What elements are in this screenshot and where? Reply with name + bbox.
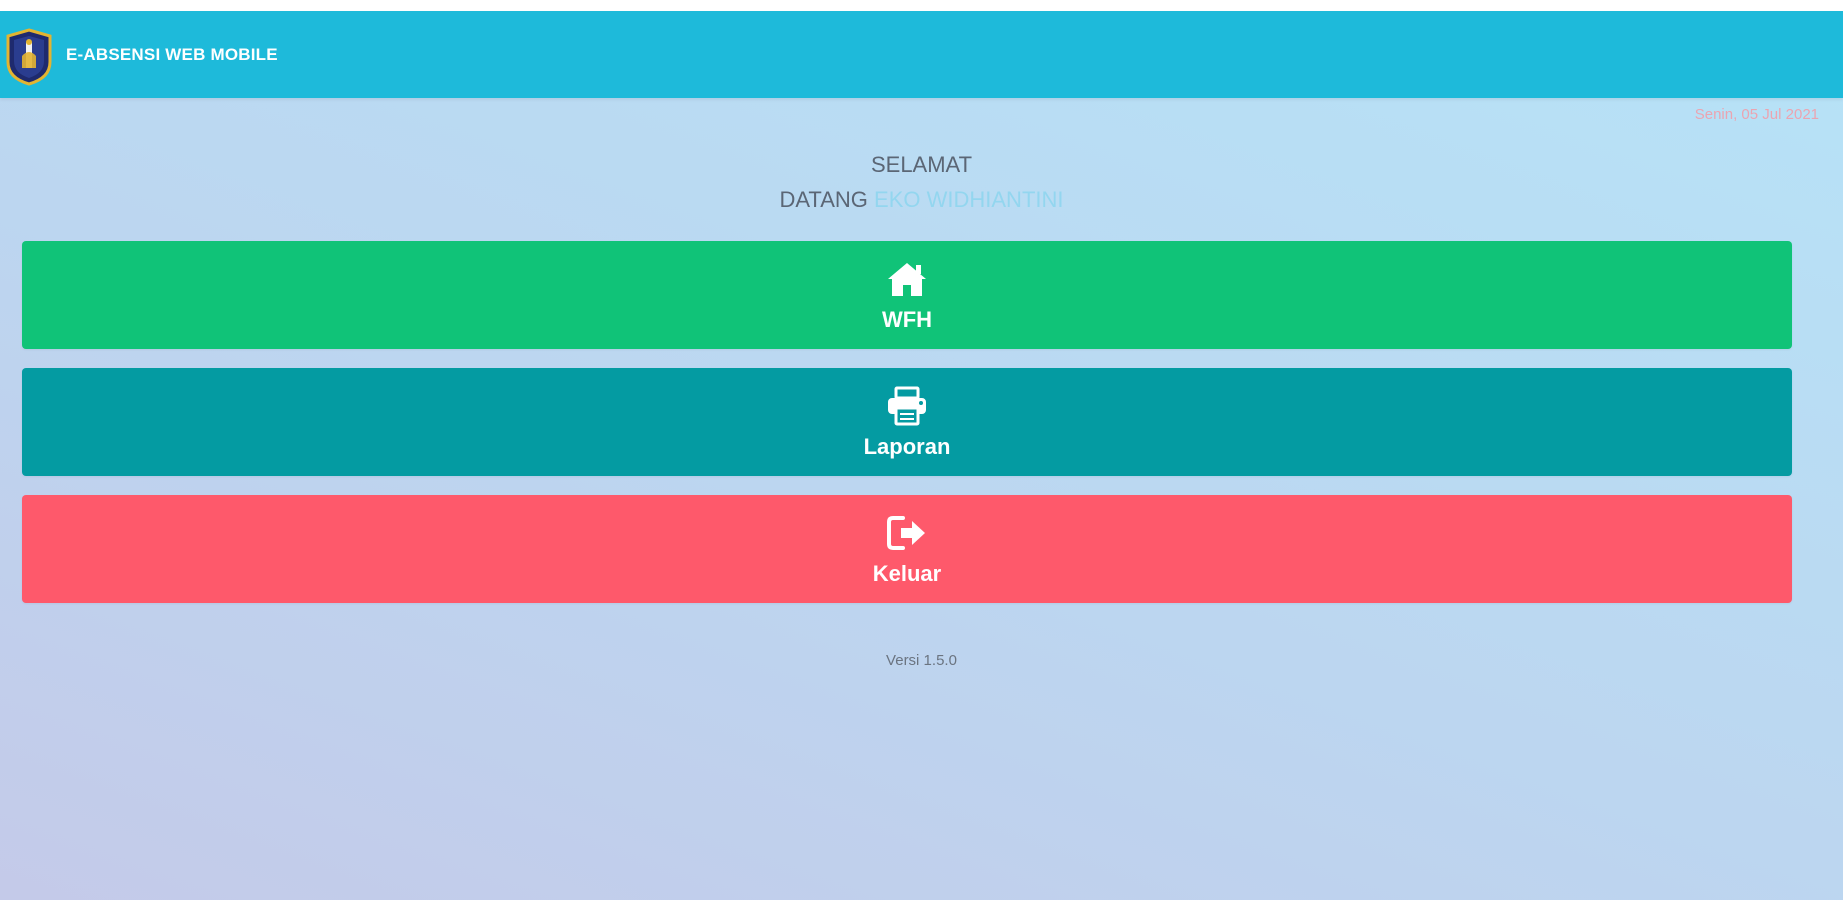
welcome-line-2: DATANG EKO WIDHIANTINI	[0, 187, 1843, 213]
app-header: E-ABSENSI WEB MOBILE	[0, 11, 1843, 98]
printer-icon	[885, 386, 929, 426]
sign-out-icon	[885, 513, 929, 553]
home-icon	[885, 259, 929, 299]
top-strip	[0, 0, 1843, 11]
user-name: EKO WIDHIANTINI	[874, 187, 1064, 212]
app-title: E-ABSENSI WEB MOBILE	[66, 45, 278, 64]
current-date: Senin, 05 Jul 2021	[1694, 106, 1819, 123]
wfh-button[interactable]: WFH	[22, 241, 1792, 349]
keluar-button[interactable]: Keluar	[22, 495, 1792, 603]
laporan-button[interactable]: Laporan	[22, 368, 1792, 476]
version-text: Versi 1.5.0	[886, 652, 957, 669]
welcome-label: DATANG	[779, 187, 868, 212]
welcome-line-1: SELAMAT	[870, 152, 973, 177]
wfh-button-label: WFH	[881, 307, 933, 332]
crest-emblem-icon[interactable]	[4, 28, 54, 86]
laporan-button-label: Laporan	[863, 434, 951, 459]
keluar-button-label: Keluar	[872, 561, 942, 586]
